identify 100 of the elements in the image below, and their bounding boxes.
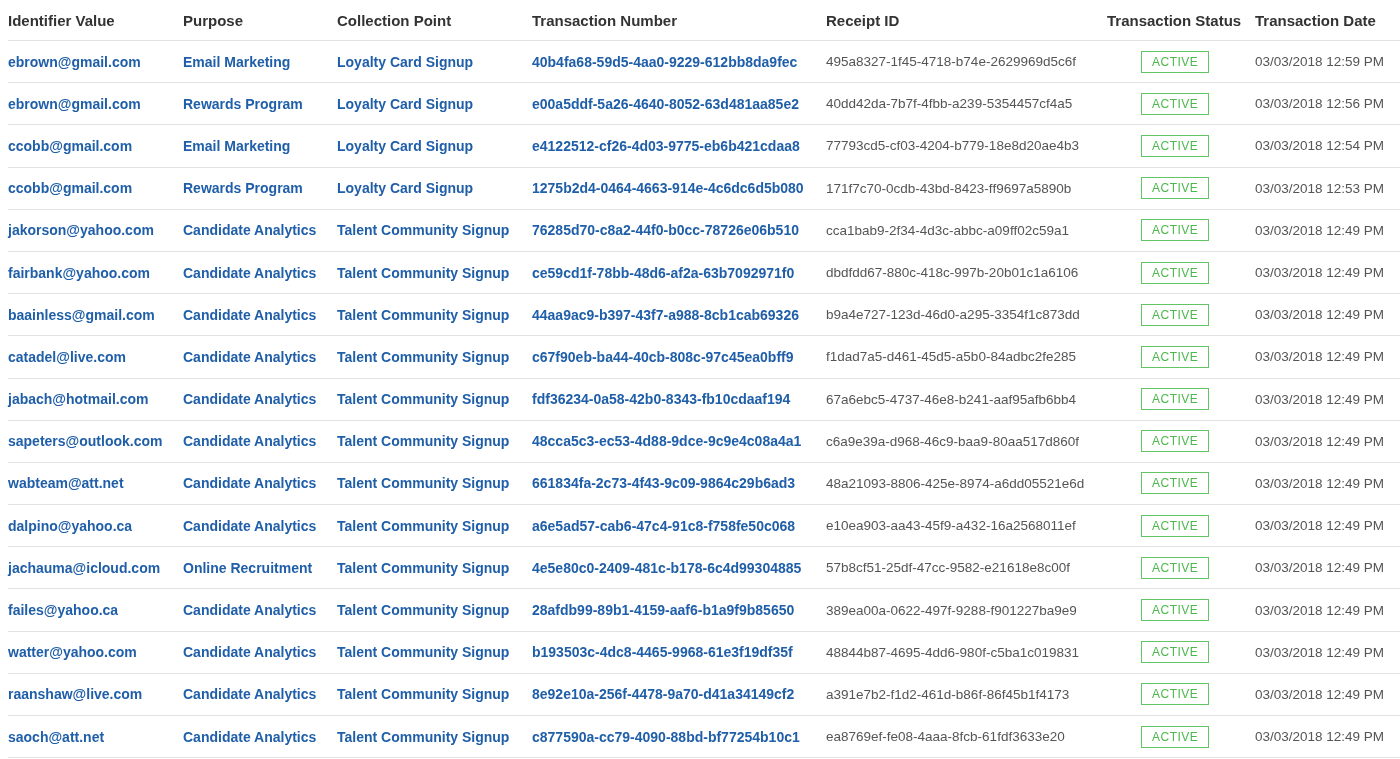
collection-point-link[interactable]: Talent Community Signup: [337, 602, 510, 619]
purpose-link[interactable]: Candidate Analytics: [183, 391, 317, 408]
transaction-number-link[interactable]: e4122512-cf26-4d03-9775-eb6b421cdaa8: [532, 137, 800, 154]
status-badge: ACTIVE: [1141, 683, 1210, 706]
status-badge: ACTIVE: [1141, 430, 1210, 453]
collection-point-link[interactable]: Loyalty Card Signup: [337, 95, 474, 112]
transaction-date: 03/03/2018 12:53 PM: [1255, 180, 1385, 196]
transaction-number-link[interactable]: c67f90eb-ba44-40cb-808c-97c45ea0bff9: [532, 348, 794, 365]
purpose-link[interactable]: Candidate Analytics: [183, 348, 317, 365]
transaction-number-link[interactable]: 40b4fa68-59d5-4aa0-9229-612bb8da9fec: [532, 53, 798, 70]
purpose-link[interactable]: Candidate Analytics: [183, 433, 317, 450]
transaction-number-link[interactable]: 44aa9ac9-b397-43f7-a988-8cb1cab69326: [532, 306, 799, 323]
purpose-link[interactable]: Online Recruitment: [183, 559, 313, 576]
transaction-number-link[interactable]: a6e5ad57-cab6-47c4-91c8-f758fe50c068: [532, 517, 796, 534]
identifier-link[interactable]: failes@yahoo.ca: [8, 602, 119, 619]
status-badge: ACTIVE: [1141, 641, 1210, 664]
receipt-id: a391e7b2-f1d2-461d-b86f-86f45b1f4173: [826, 686, 1070, 702]
transaction-date: 03/03/2018 12:49 PM: [1255, 729, 1385, 745]
identifier-link[interactable]: wabteam@att.net: [8, 475, 124, 492]
identifier-link[interactable]: dalpino@yahoo.ca: [8, 517, 133, 534]
transaction-number-link[interactable]: 8e92e10a-256f-4478-9a70-d41a34149cf2: [532, 686, 795, 703]
transaction-number-link[interactable]: 76285d70-c8a2-44f0-b0cc-78726e06b510: [532, 222, 799, 239]
receipt-id: e10ea903-aa43-45f9-a432-16a2568011ef: [826, 518, 1076, 534]
transaction-date: 03/03/2018 12:49 PM: [1255, 475, 1385, 491]
purpose-link[interactable]: Email Marketing: [183, 53, 291, 70]
collection-point-link[interactable]: Loyalty Card Signup: [337, 180, 474, 197]
transaction-date: 03/03/2018 12:49 PM: [1255, 518, 1385, 534]
purpose-link[interactable]: Candidate Analytics: [183, 517, 317, 534]
purpose-link[interactable]: Rewards Program: [183, 180, 303, 197]
identifier-link[interactable]: baainless@gmail.com: [8, 306, 155, 323]
status-badge: ACTIVE: [1141, 261, 1210, 284]
transaction-number-link[interactable]: 28afdb99-89b1-4159-aaf6-b1a9f9b85650: [532, 602, 795, 619]
transaction-date: 03/03/2018 12:49 PM: [1255, 265, 1385, 281]
purpose-link[interactable]: Candidate Analytics: [183, 475, 317, 492]
receipt-id: 77793cd5-cf03-4204-b779-18e8d20ae4b3: [826, 138, 1079, 154]
purpose-link[interactable]: Candidate Analytics: [183, 306, 317, 323]
collection-point-link[interactable]: Talent Community Signup: [337, 264, 510, 281]
identifier-link[interactable]: catadel@live.com: [8, 348, 126, 365]
identifier-link[interactable]: raanshaw@live.com: [8, 686, 143, 703]
identifier-link[interactable]: jakorson@yahoo.com: [8, 222, 154, 239]
transaction-number-link[interactable]: e00a5ddf-5a26-4640-8052-63d481aa85e2: [532, 95, 799, 112]
transaction-date: 03/03/2018 12:56 PM: [1255, 96, 1385, 112]
status-badge: ACTIVE: [1141, 303, 1210, 326]
receipt-id: b9a4e727-123d-46d0-a295-3354f1c873dd: [826, 307, 1080, 323]
collection-point-link[interactable]: Talent Community Signup: [337, 728, 510, 745]
status-badge: ACTIVE: [1141, 345, 1210, 368]
transaction-number-link[interactable]: 1275b2d4-0464-4663-914e-4c6dc6d5b080: [532, 180, 804, 197]
column-header: Identifier Value: [8, 11, 115, 29]
collection-point-link[interactable]: Talent Community Signup: [337, 644, 510, 661]
status-badge: ACTIVE: [1141, 472, 1210, 495]
identifier-link[interactable]: ccobb@gmail.com: [8, 137, 133, 154]
collection-point-link[interactable]: Loyalty Card Signup: [337, 53, 474, 70]
identifier-link[interactable]: ccobb@gmail.com: [8, 180, 133, 197]
collection-point-link[interactable]: Talent Community Signup: [337, 559, 510, 576]
status-badge: ACTIVE: [1141, 50, 1210, 73]
column-header: Transaction Number: [532, 11, 678, 29]
collection-point-link[interactable]: Talent Community Signup: [337, 222, 510, 239]
transaction-number-link[interactable]: 661834fa-2c73-4f43-9c09-9864c29b6ad3: [532, 475, 796, 492]
identifier-link[interactable]: ebrown@gmail.com: [8, 53, 141, 70]
purpose-link[interactable]: Candidate Analytics: [183, 644, 317, 661]
transaction-date: 03/03/2018 12:49 PM: [1255, 307, 1385, 323]
transaction-date: 03/03/2018 12:49 PM: [1255, 602, 1385, 618]
status-badge: ACTIVE: [1141, 514, 1210, 537]
collection-point-link[interactable]: Talent Community Signup: [337, 433, 510, 450]
collection-point-link[interactable]: Talent Community Signup: [337, 686, 510, 703]
purpose-link[interactable]: Candidate Analytics: [183, 264, 317, 281]
column-header: Transaction Status: [1107, 11, 1242, 29]
identifier-link[interactable]: ebrown@gmail.com: [8, 95, 141, 112]
identifier-link[interactable]: watter@yahoo.com: [8, 644, 137, 661]
collection-point-link[interactable]: Talent Community Signup: [337, 475, 510, 492]
purpose-link[interactable]: Candidate Analytics: [183, 222, 317, 239]
purpose-link[interactable]: Rewards Program: [183, 95, 303, 112]
purpose-link[interactable]: Email Marketing: [183, 137, 291, 154]
transaction-number-link[interactable]: b193503c-4dc8-4465-9968-61e3f19df35f: [532, 644, 793, 661]
collection-point-link[interactable]: Talent Community Signup: [337, 348, 510, 365]
purpose-link[interactable]: Candidate Analytics: [183, 602, 317, 619]
transaction-number-link[interactable]: ce59cd1f-78bb-48d6-af2a-63b7092971f0: [532, 264, 795, 281]
transaction-number-link[interactable]: 48cca5c3-ec53-4d88-9dce-9c9e4c08a4a1: [532, 433, 802, 450]
collection-point-link[interactable]: Talent Community Signup: [337, 517, 510, 534]
identifier-link[interactable]: fairbank@yahoo.com: [8, 264, 151, 281]
identifier-link[interactable]: saoch@att.net: [8, 728, 105, 745]
identifier-link[interactable]: sapeters@outlook.com: [8, 433, 163, 450]
collection-point-link[interactable]: Talent Community Signup: [337, 391, 510, 408]
transaction-number-link[interactable]: c877590a-cc79-4090-88bd-bf77254b10c1: [532, 728, 800, 745]
receipt-id: 40dd42da-7b7f-4fbb-a239-5354457cf4a5: [826, 96, 1073, 112]
status-badge: ACTIVE: [1141, 134, 1210, 157]
transaction-number-link[interactable]: 4e5e80c0-2409-481c-b178-6c4d99304885: [532, 559, 802, 576]
receipt-id: 57b8cf51-25df-47cc-9582-e21618e8c00f: [826, 560, 1070, 576]
collection-point-link[interactable]: Loyalty Card Signup: [337, 137, 474, 154]
receipt-id: 48a21093-8806-425e-8974-a6dd05521e6d: [826, 475, 1085, 491]
transaction-number-link[interactable]: fdf36234-0a58-42b0-8343-fb10cdaaf194: [532, 391, 791, 408]
transaction-date: 03/03/2018 12:54 PM: [1255, 138, 1385, 154]
status-badge: ACTIVE: [1141, 556, 1210, 579]
identifier-link[interactable]: jachauma@icloud.com: [8, 559, 161, 576]
purpose-link[interactable]: Candidate Analytics: [183, 728, 317, 745]
receipt-id: dbdfdd67-880c-418c-997b-20b01c1a6106: [826, 265, 1079, 281]
collection-point-link[interactable]: Talent Community Signup: [337, 306, 510, 323]
purpose-link[interactable]: Candidate Analytics: [183, 686, 317, 703]
identifier-link[interactable]: jabach@hotmail.com: [8, 391, 149, 408]
receipt-id: 67a6ebc5-4737-46e8-b241-aaf95afb6bb4: [826, 391, 1076, 407]
